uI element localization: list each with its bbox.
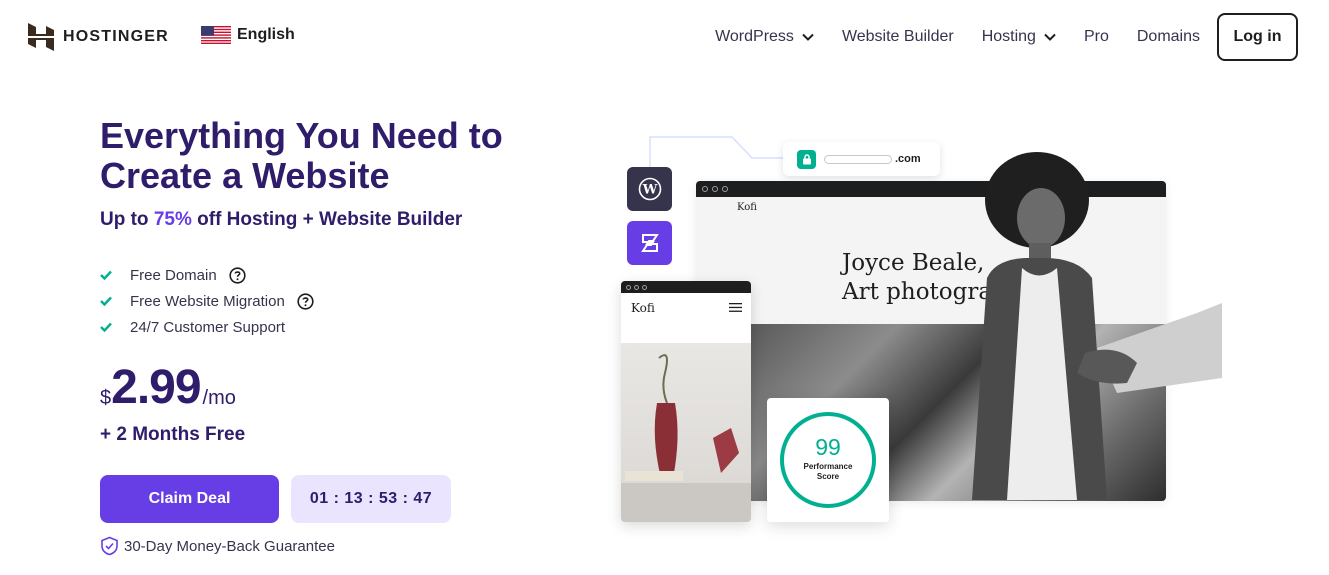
domain-url-pill: .com	[783, 142, 940, 176]
help-icon[interactable]	[297, 292, 314, 310]
vase-illustration	[621, 354, 751, 522]
login-button[interactable]: Log in	[1217, 13, 1298, 61]
money-back-guarantee: 30-Day Money-Back Guarantee	[100, 536, 335, 556]
price-amount: 2.99	[111, 361, 201, 414]
check-icon	[100, 322, 112, 332]
nav-item-pro[interactable]: Pro	[1084, 28, 1109, 46]
chevron-down-icon	[802, 33, 814, 41]
wordpress-tile: W	[627, 167, 672, 211]
score-value: 99	[815, 434, 841, 460]
url-placeholder-bar	[824, 154, 892, 164]
discount-percent: 75%	[153, 209, 192, 230]
subtitle-prefix: Up to	[100, 209, 154, 230]
hostinger-builder-tile	[627, 221, 672, 265]
score-label: Performance Score	[767, 462, 889, 482]
score-label-line2: Score	[816, 472, 840, 481]
check-icon	[100, 270, 112, 280]
window-dot	[722, 186, 728, 192]
price: $ 2.99 /mo	[100, 362, 236, 414]
window-dot	[634, 284, 639, 290]
hero-title: Everything You Need to Create a Website	[100, 115, 503, 196]
feature-label: Free Website Migration	[130, 292, 285, 310]
feature-list: Free Domain Free Website Migration 24/7 …	[100, 262, 314, 340]
performance-score-card: 99 Performance Score	[767, 398, 889, 522]
nav-item-label: WordPress	[715, 28, 794, 45]
site-header: HOSTINGER English WordPress Website Buil…	[0, 0, 1329, 76]
subtitle-suffix: off Hosting + Website Builder	[191, 209, 463, 230]
nav-item-label: Domains	[1136, 28, 1200, 45]
wordpress-icon: W	[638, 177, 661, 201]
window-dot	[626, 284, 631, 290]
us-flag-icon	[201, 26, 231, 44]
lock-icon	[797, 149, 816, 169]
claim-deal-button[interactable]: Claim Deal	[100, 475, 279, 523]
feature-item: 24/7 Customer Support	[100, 314, 314, 340]
help-icon[interactable]	[229, 266, 246, 284]
mobile-toolbar	[621, 281, 751, 293]
guarantee-label: 30-Day Money-Back Guarantee	[124, 537, 335, 555]
website-builder-icon	[640, 234, 659, 252]
main-nav: WordPress Website Builder Hosting Pro Do…	[687, 13, 1298, 61]
chevron-down-icon	[1044, 33, 1056, 41]
feature-label: 24/7 Customer Support	[130, 318, 286, 336]
window-dot	[712, 186, 718, 192]
brand-name: HOSTINGER	[63, 28, 169, 45]
price-period: /mo	[202, 387, 236, 409]
feature-item: Free Website Migration	[100, 288, 314, 314]
mobile-site-name: Kofi	[631, 301, 655, 315]
mobile-site-mockup: Kofi	[621, 281, 751, 522]
price-currency: $	[100, 387, 112, 409]
nav-item-domains[interactable]: Domains	[1137, 28, 1200, 46]
check-icon	[100, 296, 112, 306]
window-dot	[702, 186, 708, 192]
nav-item-label: Website Builder	[841, 28, 954, 45]
window-dot	[642, 284, 647, 290]
mobile-vase-photo	[621, 343, 751, 522]
score-label-line1: Performance	[803, 462, 853, 471]
nav-item-website-builder[interactable]: Website Builder	[842, 28, 954, 46]
mockup-site-name: Kofi	[737, 202, 757, 213]
url-tld: .com	[895, 153, 921, 165]
nav-item-label: Hosting	[981, 28, 1036, 45]
hamburger-menu-icon	[729, 303, 742, 312]
bonus-text: + 2 Months Free	[100, 424, 246, 445]
hero-illustration: .com W Kofi Joyce Beale, Art photograph …	[600, 120, 1240, 540]
hero-subtitle: Up to 75% off Hosting + Website Builder	[100, 209, 462, 231]
nav-item-hosting[interactable]: Hosting	[982, 28, 1056, 46]
feature-item: Free Domain	[100, 262, 314, 288]
hostinger-logo-icon	[28, 23, 54, 51]
feature-label: Free Domain	[130, 266, 217, 284]
svg-text:W: W	[641, 183, 657, 198]
shield-check-icon	[101, 536, 118, 556]
language-selector[interactable]: English	[201, 26, 295, 44]
nav-item-wordpress[interactable]: WordPress	[715, 28, 814, 46]
nav-item-label: Pro	[1083, 28, 1109, 45]
language-label: English	[237, 26, 295, 43]
mockup-headline-line1: Joyce Beale,	[842, 250, 985, 276]
brand-logo[interactable]: HOSTINGER	[28, 23, 169, 51]
woman-holding-laptop-image	[972, 152, 1222, 500]
countdown-timer: 01 : 13 : 53 : 47	[291, 475, 451, 523]
